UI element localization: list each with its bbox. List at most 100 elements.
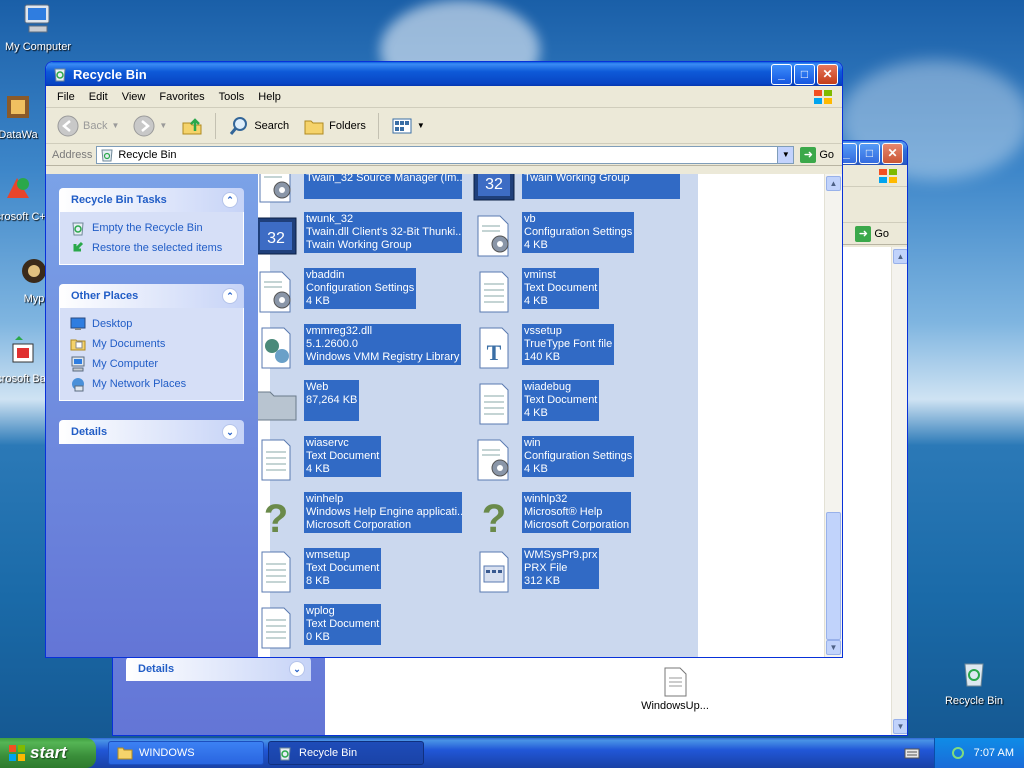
file-label-line: Windows VMM Registry Library xyxy=(306,351,460,363)
recycle-bin-window[interactable]: Recycle Bin _ □ ✕ File Edit View Favorit… xyxy=(45,61,843,658)
my-computer-link[interactable]: My Computer xyxy=(70,354,233,374)
views-icon xyxy=(392,118,412,133)
file-item[interactable]: Web 87,264 KB xyxy=(258,380,360,428)
file-item[interactable]: wplog Text Document 0 KB xyxy=(258,604,382,652)
restore-arrow-icon xyxy=(73,241,84,252)
clock[interactable]: 7:07 AM xyxy=(974,747,1014,759)
menu-file[interactable]: File xyxy=(50,91,82,103)
other-places-header[interactable]: Other Places ⌃ xyxy=(59,284,244,308)
start-button[interactable]: start xyxy=(0,738,96,768)
forward-dropdown-icon[interactable]: ▼ xyxy=(159,121,167,130)
scroll-down-button[interactable]: ▼ xyxy=(826,640,841,655)
address-dropdown-button[interactable]: ▼ xyxy=(777,146,794,163)
address-input[interactable]: Recycle Bin ▼ xyxy=(96,145,795,164)
file-label-line: 5.1.2600.0 xyxy=(306,338,358,350)
details-title: Details xyxy=(138,663,175,675)
collapse-chevron-icon[interactable]: ⌃ xyxy=(222,288,238,304)
search-button[interactable]: Search xyxy=(223,113,294,139)
vertical-scrollbar[interactable]: ▲ ▼ xyxy=(824,174,842,657)
file-item[interactable]: vmmreg32.dll 5.1.2600.0 Windows VMM Regist… xyxy=(258,324,462,372)
collapse-chevron-icon[interactable]: ⌃ xyxy=(222,192,238,208)
background-file-windowsup[interactable]: WindowsUp... xyxy=(625,667,725,712)
background-details-panel[interactable]: Details ⌄ xyxy=(126,657,311,681)
menu-help[interactable]: Help xyxy=(251,91,288,103)
desktop-icon-recycle-bin[interactable]: Recycle Bin xyxy=(936,656,1012,707)
file-item[interactable]: wmsetup Text Document 8 KB xyxy=(258,548,382,596)
svg-text:T: T xyxy=(487,340,502,365)
close-button[interactable]: ✕ xyxy=(817,63,838,85)
keyboard-icon[interactable] xyxy=(904,746,920,760)
desktop-icon-label: Recycle Bin xyxy=(944,695,1004,707)
scroll-up-button[interactable]: ▲ xyxy=(826,176,841,191)
address-label: Address xyxy=(52,148,93,161)
scroll-up-button[interactable]: ▲ xyxy=(893,249,907,264)
file-item[interactable]: ? winhlp32 Microsoft® Help Microsoft Corpor… xyxy=(470,492,632,541)
menu-view[interactable]: View xyxy=(115,91,153,103)
text-doc-icon xyxy=(258,548,300,596)
file-list-view[interactable]: 1.7.1.1Twain_32 Source Manager (Im... 32 T… xyxy=(258,174,824,657)
file-item[interactable]: WMSysPr9.prx PRX File 312 KB xyxy=(470,548,600,596)
close-button[interactable]: ✕ xyxy=(882,142,903,164)
recycle-bin-tasks-panel: Recycle Bin Tasks ⌃ Empty the Recycle Bi… xyxy=(59,188,244,265)
up-folder-icon xyxy=(182,117,202,134)
menu-bar: File Edit View Favorites Tools Help xyxy=(46,86,842,108)
my-documents-link[interactable]: My Documents xyxy=(70,334,233,354)
file-label-line: 4 KB xyxy=(306,463,330,475)
file-label-line: win xyxy=(524,437,541,449)
file-item[interactable]: vbaddin Configuration Settings 4 KB xyxy=(258,268,417,316)
file-item[interactable]: 32 twunk_32 Twain.dll Client's 32-Bit Thun… xyxy=(258,212,462,260)
forward-button[interactable]: ▼ xyxy=(128,113,172,139)
scroll-thumb[interactable] xyxy=(826,512,841,640)
taskbar-button-recycle-bin[interactable]: Recycle Bin xyxy=(268,741,424,765)
text-doc-icon xyxy=(258,436,300,484)
details-header[interactable]: Details ⌄ xyxy=(59,420,244,444)
back-dropdown-icon[interactable]: ▼ xyxy=(111,121,119,130)
maximize-button[interactable]: □ xyxy=(859,142,880,164)
toolbar: Back ▼ ▼ Search Folders ▼ xyxy=(46,108,842,144)
menu-tools[interactable]: Tools xyxy=(212,91,252,103)
minimize-button[interactable]: _ xyxy=(771,63,792,85)
expand-chevron-icon[interactable]: ⌄ xyxy=(222,424,238,440)
desktop-link[interactable]: Desktop xyxy=(70,314,233,334)
dll-icon xyxy=(258,324,300,372)
file-label-line: Configuration Settings xyxy=(524,450,633,462)
up-folder-button[interactable] xyxy=(176,113,208,139)
window-titlebar[interactable]: Recycle Bin _ □ ✕ xyxy=(46,62,842,86)
file-item[interactable]: vminst Text Document 4 KB xyxy=(470,268,600,316)
background-scrollbar[interactable]: ▲ ▼ xyxy=(891,247,907,735)
taskbar-button-windows[interactable]: WINDOWS xyxy=(108,741,264,765)
recycle-bin-icon xyxy=(54,68,66,82)
file-item[interactable]: wiadebug Text Document 4 KB xyxy=(470,380,600,428)
file-item[interactable]: 32 Twain_32.dll Client's 16-Bit Th...Twai… xyxy=(470,174,680,206)
go-button[interactable]: ➜ Go xyxy=(800,146,834,163)
file-label-line: 4 KB xyxy=(306,295,330,307)
file-item[interactable]: ? winhelp Windows Help Engine applicati...… xyxy=(258,492,462,541)
back-button[interactable]: Back ▼ xyxy=(52,113,124,139)
my-network-places-link[interactable]: My Network Places xyxy=(70,374,233,394)
file-item[interactable]: win Configuration Settings 4 KB xyxy=(470,436,635,484)
views-button[interactable]: ▼ xyxy=(386,114,430,138)
background-details-header[interactable]: Details ⌄ xyxy=(126,657,311,681)
menu-favorites[interactable]: Favorites xyxy=(152,91,211,103)
file-label: vminst Text Document 4 KB xyxy=(522,268,600,309)
file-item[interactable]: wiaservc Text Document 4 KB xyxy=(258,436,382,484)
desktop-icon-my-computer[interactable]: My Computer xyxy=(0,2,76,53)
views-dropdown-icon[interactable]: ▼ xyxy=(417,121,425,130)
expand-chevron-icon[interactable]: ⌄ xyxy=(289,661,305,677)
folders-button[interactable]: Folders xyxy=(298,113,371,139)
restore-selected-link[interactable]: Restore the selected items xyxy=(70,238,233,258)
recycle-tray-icon[interactable] xyxy=(950,745,966,761)
file-label: Web 87,264 KB xyxy=(304,380,360,421)
menu-edit[interactable]: Edit xyxy=(82,91,115,103)
maximize-button[interactable]: □ xyxy=(794,63,815,85)
recycle-bin-tasks-header[interactable]: Recycle Bin Tasks ⌃ xyxy=(59,188,244,212)
scroll-down-button[interactable]: ▼ xyxy=(893,719,907,734)
file-item[interactable]: 1.7.1.1Twain_32 Source Manager (Im... xyxy=(258,174,462,206)
prx-icon xyxy=(470,548,518,596)
background-go-button[interactable]: ➜ Go xyxy=(855,225,889,242)
place-label: My Network Places xyxy=(92,378,187,390)
empty-recycle-bin-link[interactable]: Empty the Recycle Bin xyxy=(70,218,233,238)
file-item[interactable]: Tvssetup TrueType Font file 140 KB xyxy=(470,324,615,372)
file-item[interactable]: vb Configuration Settings 4 KB xyxy=(470,212,635,260)
file-label-line: Windows Help Engine applicati... xyxy=(306,506,462,518)
